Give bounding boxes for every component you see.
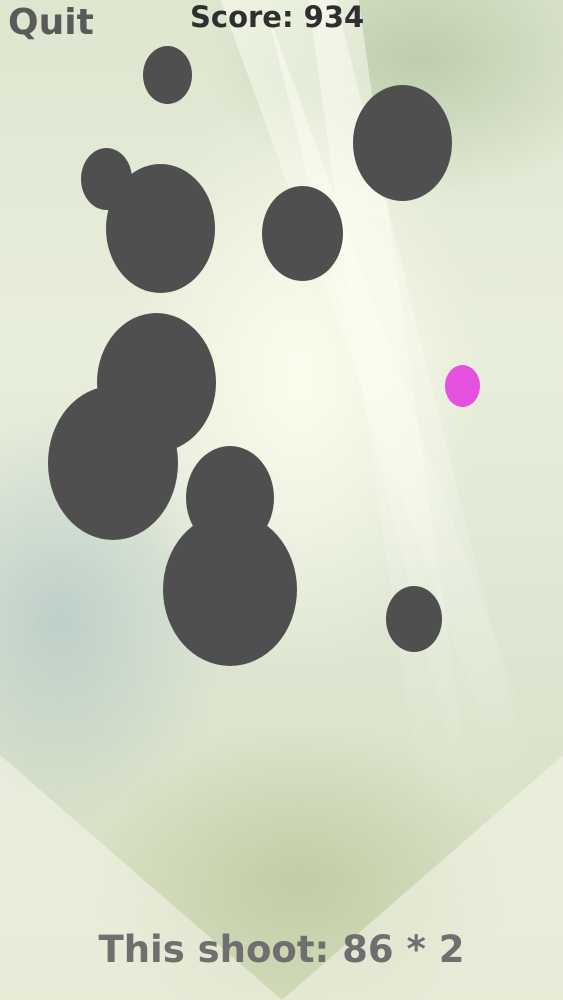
- obstacle-ball: [386, 586, 442, 652]
- obstacle-ball: [48, 386, 178, 540]
- score-display: Score: 934: [190, 0, 365, 34]
- obstacle-ball: [353, 85, 452, 201]
- quit-button[interactable]: Quit: [8, 2, 94, 43]
- player-ball[interactable]: [445, 365, 480, 407]
- obstacle-ball: [143, 46, 192, 104]
- game-background: Quit Score: 934 This shoot: 86 * 2: [0, 0, 563, 1000]
- obstacle-ball: [163, 513, 297, 666]
- shoot-status: This shoot: 86 * 2: [98, 928, 465, 971]
- obstacle-ball: [106, 164, 215, 293]
- obstacle-ball: [262, 186, 343, 281]
